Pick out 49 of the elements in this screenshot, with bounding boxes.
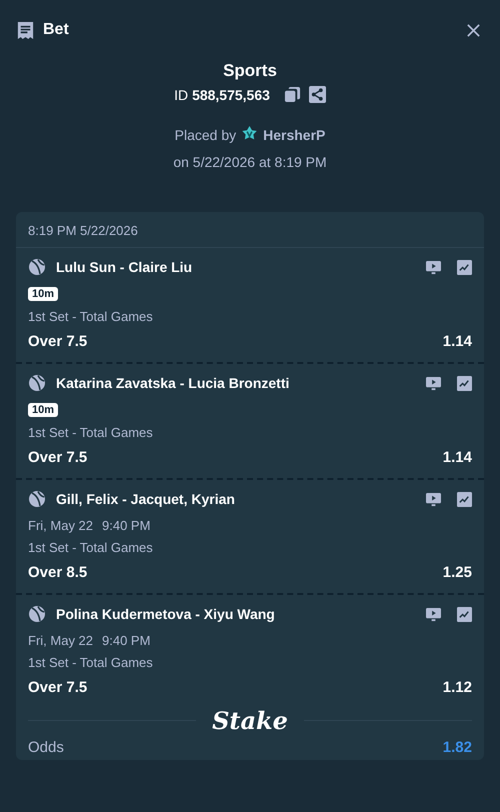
bet-category: Sports	[222, 61, 278, 81]
market-name: 1st Set - Total Games	[28, 309, 154, 324]
total-value: 1.82	[442, 739, 472, 756]
tennis-ball-icon	[28, 490, 46, 508]
stats-icon[interactable]	[457, 492, 472, 506]
placed-by-label: Placed by	[174, 126, 236, 142]
copy-icon[interactable]	[284, 86, 301, 103]
market-name: 1st Set - Total Games	[28, 655, 154, 670]
tv-icon[interactable]	[426, 260, 441, 274]
match-title[interactable]: Gill, Felix - Jacquet, Kyrian	[56, 491, 410, 507]
total-label: Odds	[28, 739, 64, 756]
slip-timestamp: 8:19 PM 5/22/2026	[16, 212, 484, 248]
selection: Over 7.5	[28, 679, 88, 696]
start-time: 9:40 PM	[102, 633, 150, 648]
receipt-icon	[16, 20, 35, 40]
stats-icon[interactable]	[457, 260, 472, 274]
stats-icon[interactable]	[457, 376, 472, 390]
match-title[interactable]: Lulu Sun - Claire Liu	[56, 259, 410, 275]
placed-date: on 5/22/2026 at 8:19 PM	[172, 154, 328, 170]
leg-odds: 1.25	[442, 564, 472, 581]
bet-id: 588,575,563	[192, 86, 270, 102]
close-icon[interactable]	[466, 22, 481, 38]
market-name: 1st Set - Total Games	[28, 540, 154, 555]
stats-icon[interactable]	[457, 606, 472, 622]
username-link[interactable]: HersherP	[263, 126, 326, 142]
start-time: 9:40 PM	[102, 518, 150, 533]
brand-logo: Stake	[212, 706, 288, 735]
id-label: ID	[174, 86, 188, 102]
leg-odds: 1.14	[442, 333, 472, 350]
selection: Over 7.5	[28, 333, 88, 350]
start-date: Fri, May 22	[28, 518, 94, 533]
tv-icon[interactable]	[426, 492, 441, 506]
tennis-ball-icon	[28, 605, 46, 623]
share-icon[interactable]	[308, 86, 326, 103]
selection: Over 7.5	[28, 449, 88, 466]
start-date: Fri, May 22	[28, 633, 94, 648]
tennis-ball-icon	[28, 374, 46, 392]
tv-icon[interactable]	[426, 606, 441, 622]
selection: Over 8.5	[28, 564, 88, 581]
leg-odds: 1.12	[442, 679, 472, 696]
tv-icon[interactable]	[426, 376, 441, 390]
live-time-badge: 10m	[28, 287, 58, 301]
live-time-badge: 10m	[28, 403, 58, 417]
tennis-ball-icon	[28, 258, 46, 276]
match-title[interactable]: Polina Kudermetova - Xiyu Wang	[56, 606, 410, 622]
leg-odds: 1.14	[442, 449, 472, 466]
match-title[interactable]: Katarina Zavatska - Lucia Bronzetti	[56, 375, 410, 391]
market-name: 1st Set - Total Games	[28, 425, 154, 440]
dialog-title: Bet	[43, 21, 70, 39]
